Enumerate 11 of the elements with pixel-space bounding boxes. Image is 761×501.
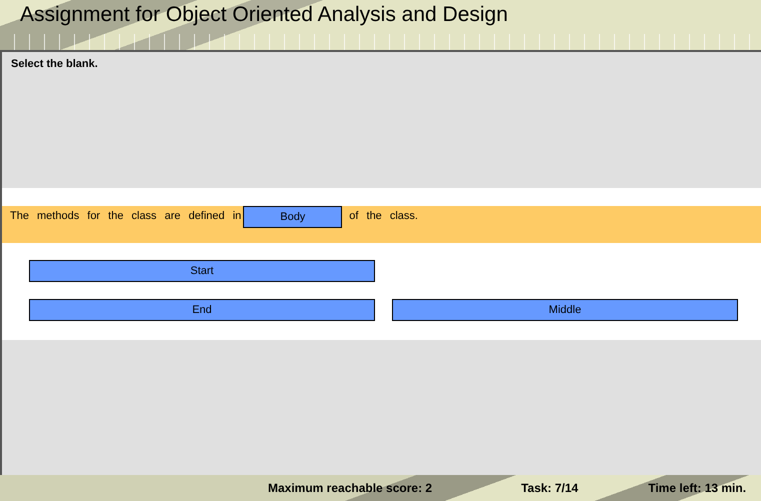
- time-left-text: Time left: 13 min.: [648, 481, 746, 495]
- assignment-title: Assignment for Object Oriented Analysis and Design: [20, 3, 508, 26]
- answer-option[interactable]: End: [29, 299, 375, 321]
- max-score-text: Maximum reachable score: 2: [268, 481, 432, 495]
- instruction-text: Select the blank.: [10, 57, 99, 72]
- answer-option[interactable]: Middle: [392, 299, 738, 321]
- task-counter: Task: 7/14: [521, 481, 578, 495]
- answer-option[interactable]: Start: [29, 260, 375, 282]
- sentence-text: of the class.: [349, 209, 418, 222]
- sentence-text: The methods for the class are defined in: [10, 209, 242, 222]
- blank-answer-slot[interactable]: Body: [243, 206, 342, 228]
